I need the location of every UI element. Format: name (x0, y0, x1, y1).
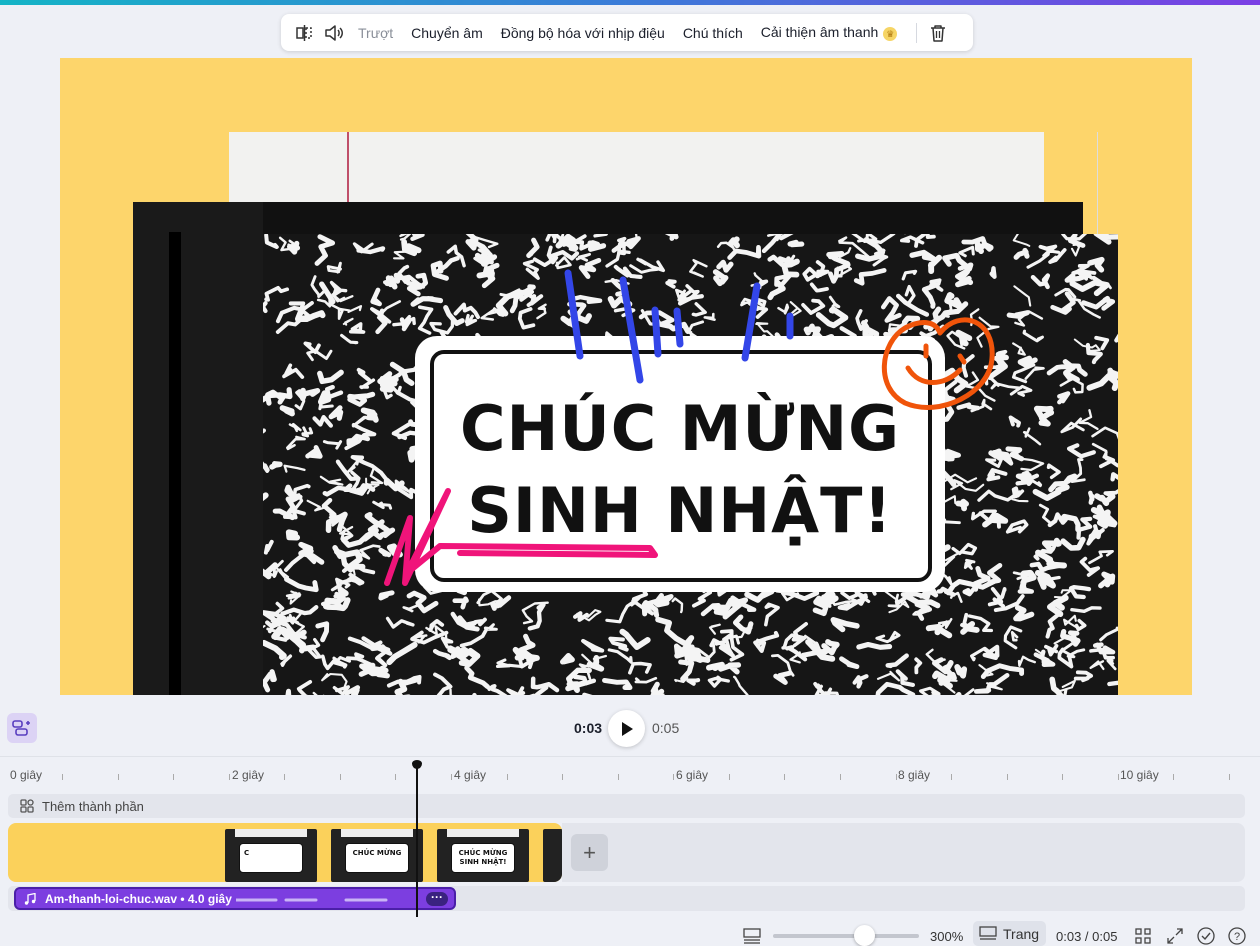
time-readout: 0:03 / 0:05 (1056, 929, 1118, 944)
add-clip-button[interactable]: + (571, 834, 608, 871)
audio-waveform (236, 898, 388, 902)
ruler-label: 2 giây (232, 768, 265, 782)
ruler-tick (673, 774, 674, 780)
thumbnail-paper (235, 829, 307, 837)
page-view-button[interactable]: Trang (973, 921, 1046, 946)
thumbnail-text: CHÚC MỪNG (345, 843, 409, 873)
ruler-tick (395, 774, 396, 780)
toolbar-item-enhance-audio[interactable]: Cải thiện âm thanh ♛ (752, 24, 907, 41)
ruler-tick (618, 774, 619, 780)
svg-text:?: ? (1234, 931, 1240, 943)
toolbar-item-caption[interactable]: Chú thích (674, 25, 752, 41)
total-time: 0:05 (652, 720, 680, 736)
trash-icon[interactable] (923, 18, 953, 48)
ruler-label: 0 giây (10, 768, 43, 782)
video-track-background (562, 823, 1245, 882)
add-element-track[interactable]: Thêm thành phần (8, 794, 1245, 818)
ruler-tick (951, 774, 952, 780)
zoom-level[interactable]: 300% (930, 929, 963, 944)
ruler-tick (562, 774, 563, 780)
ruler-tick (729, 774, 730, 780)
ruler-tick (1062, 774, 1063, 780)
ruler-tick (1173, 774, 1174, 780)
timeline-divider (0, 756, 1260, 757)
playhead[interactable] (416, 762, 418, 917)
music-note-icon (24, 892, 36, 905)
toolbar-separator (916, 22, 918, 43)
thumbnail-text: CHÚC MỪNG SINH NHẬT! (451, 843, 515, 873)
split-icon[interactable] (289, 18, 319, 48)
ruler-tick (507, 774, 508, 780)
ruler-tick (1118, 774, 1119, 780)
add-element-label: Thêm thành phần (42, 798, 144, 814)
video-clip[interactable]: C CHÚC MỪNG CHÚC MỪNG SINH NHẬT! (8, 823, 562, 882)
thumbnail-paper (447, 829, 519, 837)
doodle-layer (384, 269, 995, 586)
grid-view-icon[interactable] (1134, 927, 1152, 945)
ruler-tick (173, 774, 174, 780)
current-time: 0:03 (574, 720, 603, 736)
pink-doodle (384, 488, 658, 586)
ruler-tick (118, 774, 119, 780)
ruler-tick (451, 774, 452, 780)
ruler-tick (1229, 774, 1230, 780)
play-button[interactable] (608, 710, 645, 747)
help-icon[interactable]: ? (1228, 927, 1246, 945)
more-options-button[interactable]: ··· (426, 891, 448, 906)
page-view-label: Trang (1003, 925, 1040, 942)
toolbar-item-transition[interactable]: Chuyển âm (402, 25, 492, 41)
clip-thumbnail (543, 829, 562, 882)
clip-thumbnail: C (225, 829, 317, 882)
timeline-ruler[interactable]: 0 giây 2 giây 4 giây 6 giây 8 giây 10 gi… (0, 762, 1260, 786)
toolbar-item-slide[interactable]: Trượt (349, 25, 402, 41)
page-layout-icon (979, 925, 997, 940)
thumbnail-paper (341, 829, 413, 837)
crown-icon: ♛ (883, 26, 898, 41)
ruler-tick (896, 774, 897, 780)
clip-thumbnail: CHÚC MỪNG (331, 829, 423, 882)
zoom-slider-handle[interactable] (853, 925, 875, 946)
ruler-tick (1007, 774, 1008, 780)
notes-view-icon[interactable] (743, 927, 761, 945)
ruler-tick (340, 774, 341, 780)
design-canvas[interactable]: CHÚC MỪNG SINH NHẬT! (60, 58, 1192, 695)
zoom-slider[interactable] (773, 934, 919, 938)
timeline-toggle-button[interactable] (7, 713, 37, 743)
ruler-tick (840, 774, 841, 780)
smiley-doodle (881, 317, 995, 410)
toolbar-item-beat-sync[interactable]: Đồng bộ hóa với nhịp điệu (492, 25, 674, 41)
audio-clip-label: Am-thanh-loi-chuc.wav • 4.0 giây (45, 891, 232, 906)
ruler-tick (784, 774, 785, 780)
ruler-label: 10 giây (1120, 768, 1159, 782)
audio-clip[interactable]: Am-thanh-loi-chuc.wav • 4.0 giây ··· (14, 887, 456, 910)
ruler-label: 8 giây (898, 768, 931, 782)
ruler-tick (229, 774, 230, 780)
top-accent-bar (0, 0, 1260, 5)
fullscreen-icon[interactable] (1166, 927, 1184, 945)
check-icon[interactable] (1197, 927, 1215, 945)
enhance-audio-label: Cải thiện âm thanh (760, 24, 879, 41)
volume-icon[interactable] (319, 18, 349, 48)
ruler-tick (284, 774, 285, 780)
ruler-tick (62, 774, 63, 780)
blue-doodle-lines (564, 269, 794, 384)
elements-icon (20, 799, 34, 813)
clip-thumbnail: CHÚC MỪNG SINH NHẬT! (437, 829, 529, 882)
thumbnail-text: C (239, 843, 303, 873)
play-icon (621, 721, 633, 736)
clip-toolbar: Trượt Chuyển âm Đồng bộ hóa với nhịp điệ… (281, 14, 973, 51)
ruler-label: 4 giây (454, 768, 487, 782)
ruler-label: 6 giây (676, 768, 709, 782)
